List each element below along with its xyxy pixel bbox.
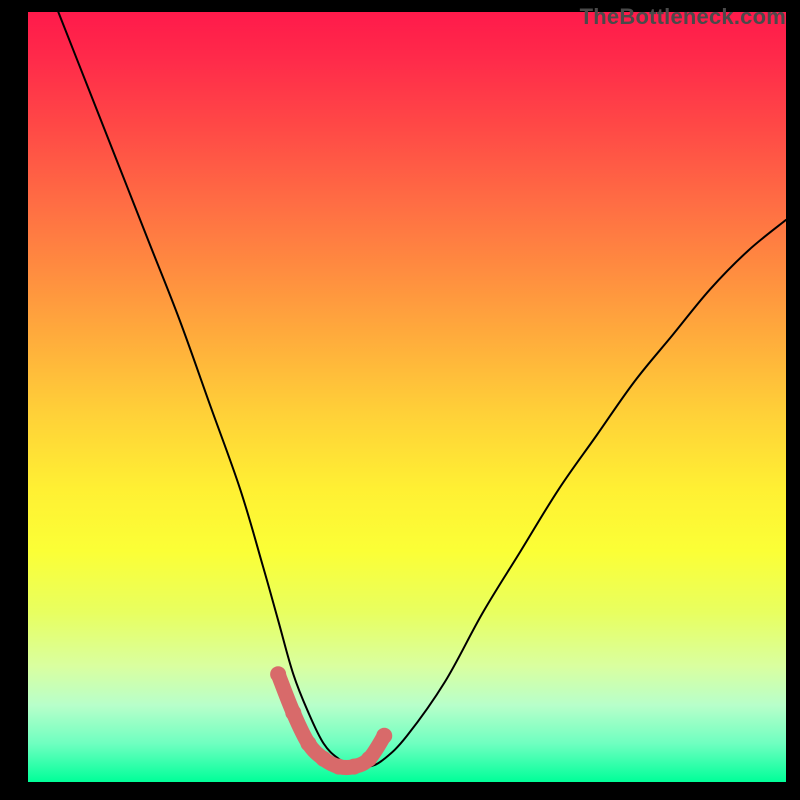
watermark-text: TheBottleneck.com bbox=[580, 4, 786, 30]
chart-frame: TheBottleneck.com bbox=[0, 0, 800, 800]
plot-area bbox=[28, 12, 786, 782]
